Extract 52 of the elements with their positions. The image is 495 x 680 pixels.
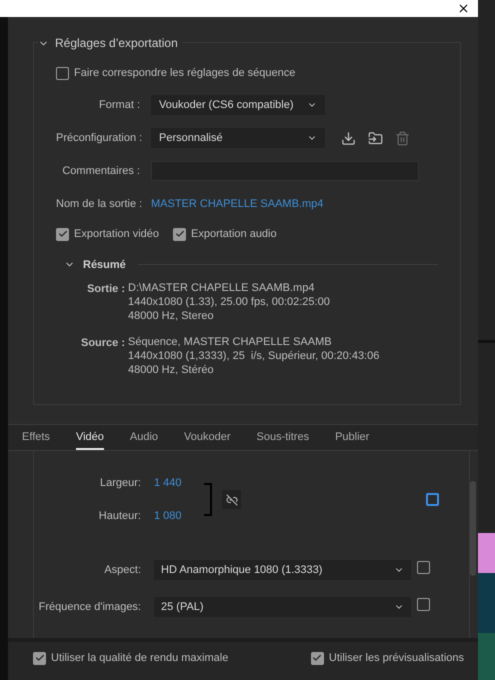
dropdown[interactable]: Voukoder (CS6 compatible) [151, 95, 325, 115]
dropdown[interactable]: Personnalisé [151, 128, 325, 148]
field-label: Préconfiguration : [56, 130, 144, 146]
tab[interactable]: Effets [22, 426, 50, 450]
checkbox-label: Utiliser les prévisualisations [328, 651, 464, 666]
field-label: Fréquence d'images: [38, 600, 142, 615]
tab[interactable]: Voukoder [184, 426, 230, 450]
summary-line: 48000 Hz, Stereo [128, 309, 215, 323]
dimension-value[interactable]: 1 440 [154, 475, 204, 492]
save-preset-icon[interactable] [341, 130, 356, 146]
scrollbar[interactable] [470, 481, 476, 576]
checkbox-label: Utiliser la qualité de rendu maximale [51, 651, 228, 666]
checkbox-label: Exportation audio [191, 227, 277, 242]
output-name-link[interactable]: MASTER CHAPELLE SAAMB.mp4 [151, 196, 324, 212]
dropdown[interactable]: 25 (PAL) [154, 597, 411, 617]
summary-line: 48000 Hz, Stéréo [128, 363, 215, 377]
summary-line: 1440x1080 (1.33), 25.00 fps, 00:02:25:00 [128, 295, 330, 309]
field-label: Format : [98, 98, 141, 113]
summary-title: Résumé [83, 258, 126, 272]
checkbox[interactable] [173, 228, 186, 241]
summary-label: Source : [80, 336, 126, 351]
section-title: Réglages d’exportation [55, 35, 178, 52]
delete-icon[interactable] [395, 130, 410, 146]
checkbox[interactable] [417, 560, 430, 574]
summary-line: D:\MASTER CHAPELLE SAAMB.mp4 [128, 281, 316, 295]
field-label: Nom de la sortie : [56, 196, 144, 212]
field-label: Commentaires : [61, 164, 141, 179]
field-label: Aspect: [103, 562, 142, 578]
checkbox-label: Faire correspondre les réglages de séquence [74, 66, 296, 81]
summary-line: Séquence, MASTER CHAPELLE SAAMB [128, 335, 333, 349]
import-preset-icon[interactable] [368, 130, 383, 146]
dimension-label: Hauteur: [98, 508, 142, 524]
broken-link-icon [226, 494, 238, 506]
checkbox[interactable] [310, 652, 324, 665]
summary-label: Sortie : [86, 282, 126, 297]
checkbox[interactable] [426, 493, 439, 506]
close-icon[interactable] [457, 2, 470, 15]
checkbox[interactable] [33, 652, 46, 665]
summary-line: 1440x1080 (1,3333), 25 i/s, Supérieur, 00:20:43:06 [128, 349, 380, 363]
tab[interactable]: Audio [130, 426, 158, 450]
link-bracket [204, 483, 212, 516]
tab[interactable]: Publier [335, 426, 370, 450]
tab[interactable]: Sous-titres [256, 426, 310, 450]
checkbox[interactable] [417, 598, 430, 611]
dimension-label: Largeur: [99, 476, 142, 491]
link-toggle[interactable] [222, 490, 241, 509]
dropdown[interactable]: HD Anamorphique 1080 (1.3333) [154, 560, 411, 580]
checkbox[interactable] [56, 66, 69, 80]
dimension-value[interactable]: 1 080 [154, 508, 204, 524]
tab[interactable]: Vidéo [76, 426, 104, 450]
checkbox[interactable] [56, 228, 69, 241]
checkbox-label: Exportation vidéo [74, 227, 159, 242]
